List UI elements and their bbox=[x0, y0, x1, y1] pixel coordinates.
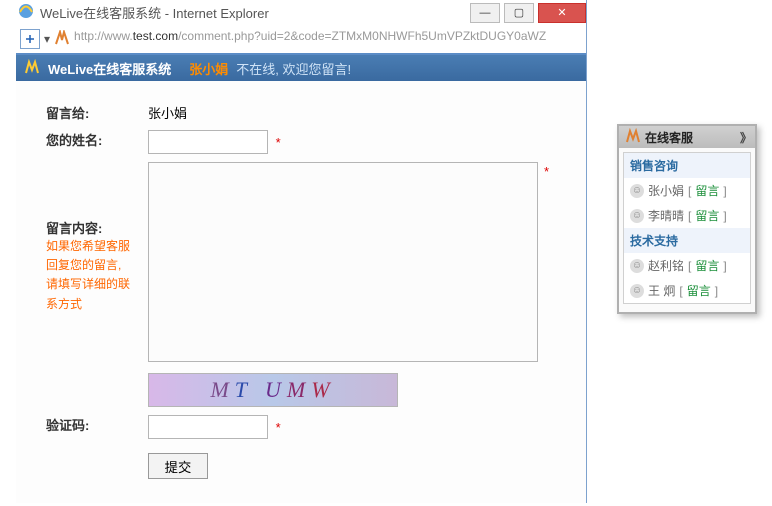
url-host: test.com bbox=[133, 29, 178, 43]
leave-message-link[interactable]: 留言 bbox=[687, 282, 711, 299]
panel-title-bar[interactable]: 在线客服 》 bbox=[619, 126, 755, 148]
brand-text: WeLive在线客服系统 bbox=[48, 59, 171, 78]
agent-name: 李晴晴 bbox=[648, 207, 684, 224]
content-hint: 如果您希望客服回复您的留言, 请填写详细的联系方式 bbox=[46, 237, 136, 314]
group-title: 销售咨询 bbox=[624, 153, 750, 178]
agent-name: 张小娟 bbox=[648, 182, 684, 199]
ie-icon bbox=[16, 3, 36, 22]
minimize-button[interactable]: — bbox=[470, 3, 500, 23]
agent-row[interactable]: ☺ 张小娟 [留言] bbox=[624, 178, 750, 203]
captcha-image[interactable]: M T U M W bbox=[148, 373, 398, 407]
welive-logo-icon bbox=[24, 59, 40, 78]
leave-message-link[interactable]: 留言 bbox=[695, 182, 719, 199]
recipient-label: 留言给: bbox=[40, 99, 142, 126]
name-label: 您的姓名: bbox=[40, 126, 142, 158]
maximize-button[interactable]: ▢ bbox=[504, 3, 534, 23]
leave-message-link[interactable]: 留言 bbox=[695, 257, 719, 274]
site-favicon-icon bbox=[54, 30, 70, 49]
avatar-icon: ☺ bbox=[630, 259, 644, 273]
agent-name: 赵利铭 bbox=[648, 257, 684, 274]
address-bar: ▾ http://www.test.com/comment.php?uid=2&… bbox=[16, 25, 586, 53]
agent-row[interactable]: ☺ 王 炯 [留言] bbox=[624, 278, 750, 303]
message-form: 留言给: 张小娟 您的姓名: * 留言内容: 如果您希望客服回复您的留言, 请填… bbox=[16, 81, 586, 501]
captcha-label: 验证码: bbox=[40, 411, 142, 443]
captcha-input[interactable] bbox=[148, 415, 268, 439]
agent-row[interactable]: ☺ 赵利铭 [留言] bbox=[624, 253, 750, 278]
leave-message-link[interactable]: 留言 bbox=[695, 207, 719, 224]
window-controls: — ▢ ✕ bbox=[466, 3, 586, 23]
required-mark: * bbox=[276, 135, 281, 150]
group-title: 技术支持 bbox=[624, 228, 750, 253]
page-body: WeLive在线客服系统 张小娟 不在线, 欢迎您留言! 留言给: 张小娟 您的… bbox=[16, 53, 586, 503]
panel-logo-icon bbox=[625, 128, 641, 147]
avatar-icon: ☺ bbox=[630, 284, 644, 298]
avatar-icon: ☺ bbox=[630, 209, 644, 223]
name-input[interactable] bbox=[148, 130, 268, 154]
add-tab-button[interactable] bbox=[20, 29, 40, 49]
panel-title: 在线客服 bbox=[645, 129, 693, 146]
header-user: 张小娟 bbox=[189, 59, 228, 78]
message-textarea[interactable] bbox=[148, 162, 538, 362]
recipient-value: 张小娟 bbox=[142, 99, 544, 126]
avatar-icon: ☺ bbox=[630, 184, 644, 198]
agent-name: 王 炯 bbox=[648, 282, 675, 299]
window-title: WeLive在线客服系统 - Internet Explorer bbox=[36, 3, 466, 22]
agent-row[interactable]: ☺ 李晴晴 [留言] bbox=[624, 203, 750, 228]
close-button[interactable]: ✕ bbox=[538, 3, 586, 23]
url-path: /comment.php?uid=2&code=ZTMxM0NHWFh5UmVP… bbox=[178, 29, 546, 43]
required-mark: * bbox=[276, 420, 281, 435]
required-mark: * bbox=[544, 164, 549, 179]
content-label: 留言内容: bbox=[46, 218, 136, 237]
collapse-icon[interactable]: 》 bbox=[740, 129, 749, 146]
url-field[interactable]: http://www.test.com/comment.php?uid=2&co… bbox=[74, 29, 582, 49]
ie-window: WeLive在线客服系统 - Internet Explorer — ▢ ✕ ▾… bbox=[16, 0, 587, 503]
submit-button[interactable]: 提交 bbox=[148, 453, 208, 479]
online-service-panel: 在线客服 》 销售咨询 ☺ 张小娟 [留言] ☺ 李晴晴 [留言] 技术支持 ☺… bbox=[617, 124, 757, 314]
page-header: WeLive在线客服系统 张小娟 不在线, 欢迎您留言! bbox=[16, 55, 586, 81]
panel-group: 销售咨询 ☺ 张小娟 [留言] ☺ 李晴晴 [留言] 技术支持 ☺ 赵利铭 [留… bbox=[623, 152, 751, 304]
url-prefix: http://www. bbox=[74, 29, 133, 43]
header-status: 不在线, 欢迎您留言! bbox=[236, 59, 351, 78]
titlebar: WeLive在线客服系统 - Internet Explorer — ▢ ✕ bbox=[16, 0, 586, 25]
dropdown-icon[interactable]: ▾ bbox=[44, 32, 50, 46]
